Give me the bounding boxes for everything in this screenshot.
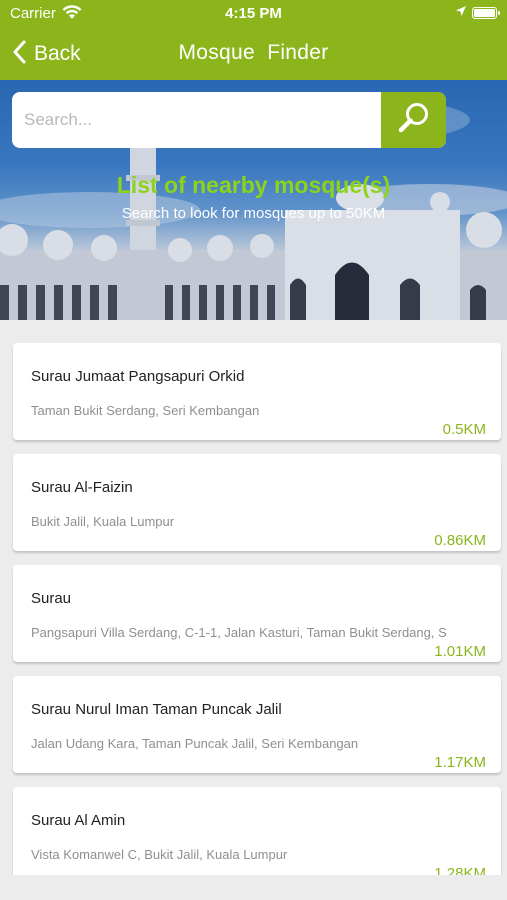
- mosque-address: Vista Komanwel C, Bukit Jalil, Kuala Lum…: [31, 847, 288, 862]
- mosque-name: Surau: [31, 590, 72, 607]
- battery-icon: [472, 7, 500, 19]
- mosque-name: Surau Al Amin: [31, 812, 126, 829]
- search-bar: [12, 92, 446, 148]
- hero-banner: List of nearby mosque(s) Search to look …: [0, 80, 507, 320]
- search-button[interactable]: [381, 92, 446, 148]
- mosque-distance: 0.86KM: [434, 532, 486, 549]
- mosque-name: Surau Nurul Iman Taman Puncak Jalil: [31, 701, 282, 718]
- mosque-address: Pangsapuri Villa Serdang, C-1-1, Jalan K…: [31, 625, 447, 640]
- search-input[interactable]: [12, 92, 381, 148]
- mosque-address: Taman Bukit Serdang, Seri Kembangan: [31, 403, 260, 418]
- top-bar: Carrier 4:15 PM Back Mosque Finder: [0, 0, 507, 80]
- location-arrow-icon: [455, 5, 467, 20]
- mosque-distance: 1.17KM: [434, 754, 486, 771]
- mosque-list[interactable]: Surau Jumaat Pangsapuri Orkid Taman Buki…: [0, 320, 507, 875]
- navigation-bar: Back Mosque Finder: [0, 28, 507, 80]
- mosque-address: Jalan Udang Kara, Taman Puncak Jalil, Se…: [31, 736, 359, 751]
- mosque-name: Surau Jumaat Pangsapuri Orkid: [31, 368, 245, 385]
- hero-subtitle: Search to look for mosques up to 50KM: [121, 205, 386, 222]
- mosque-distance: 0.5KM: [442, 421, 486, 438]
- mosque-card[interactable]: Surau Al Amin Vista Komanwel C, Bukit Ja…: [13, 787, 501, 875]
- bottom-strip: [0, 875, 507, 900]
- mosque-distance: 1.01KM: [434, 643, 486, 660]
- mosque-distance: 1.28KM: [434, 865, 486, 875]
- search-icon: [397, 101, 431, 140]
- mosque-card[interactable]: Surau Pangsapuri Villa Serdang, C-1-1, J…: [13, 565, 501, 662]
- mosque-address: Bukit Jalil, Kuala Lumpur: [31, 514, 175, 529]
- status-bar: Carrier 4:15 PM: [0, 0, 507, 28]
- clock-time: 4:15 PM: [225, 5, 282, 22]
- page-title: Mosque Finder: [178, 41, 329, 64]
- mosque-name: Surau Al-Faizin: [31, 479, 133, 496]
- mosque-card[interactable]: Surau Nurul Iman Taman Puncak Jalil Jala…: [13, 676, 501, 773]
- mosque-card[interactable]: Surau Al-Faizin Bukit Jalil, Kuala Lumpu…: [13, 454, 501, 551]
- hero-title: List of nearby mosque(s): [116, 172, 391, 198]
- mosque-card[interactable]: Surau Jumaat Pangsapuri Orkid Taman Buki…: [13, 343, 501, 440]
